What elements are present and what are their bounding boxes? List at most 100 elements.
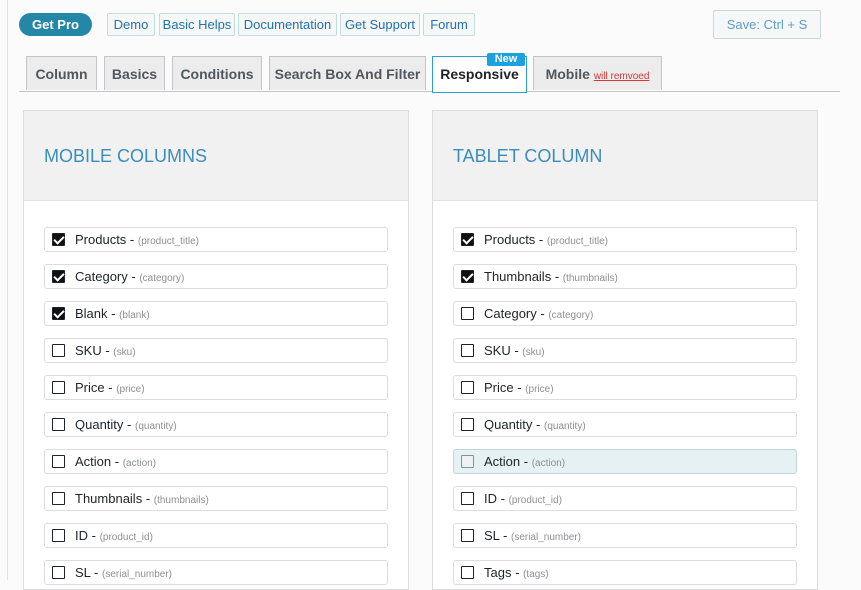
column-checkbox[interactable] xyxy=(52,233,65,246)
column-label: Thumbnails - (thumbnails) xyxy=(484,269,618,284)
tab-basics[interactable]: Basics xyxy=(104,56,165,90)
new-badge: New xyxy=(487,53,525,66)
column-key: (serial_number) xyxy=(101,569,173,580)
column-checkbox[interactable] xyxy=(52,418,65,431)
tablet-panel-header: TABLET COLUMN xyxy=(433,111,817,201)
tablet-column-item[interactable]: SKU - (sku) xyxy=(453,338,797,363)
mobile-column-item[interactable]: ID - (product_id) xyxy=(44,523,388,548)
column-name: SKU xyxy=(75,343,102,358)
column-label: Action - (action) xyxy=(484,454,566,469)
column-key: (product_id) xyxy=(508,495,562,506)
column-name: Products xyxy=(75,232,127,247)
mobile-column-item[interactable]: Thumbnails - (thumbnails) xyxy=(44,486,388,511)
column-key: (price) xyxy=(525,384,554,395)
mobile-column-item[interactable]: Action - (action) xyxy=(44,449,388,474)
tablet-column-item[interactable]: ID - (product_id) xyxy=(453,486,797,511)
column-checkbox[interactable] xyxy=(52,455,65,468)
tab-conditions[interactable]: Conditions xyxy=(172,56,262,90)
mobile-column-item[interactable]: Products - (product_title) xyxy=(44,227,388,252)
tablet-column-item[interactable]: Thumbnails - (thumbnails) xyxy=(453,264,797,289)
tablet-panel-title: TABLET COLUMN xyxy=(453,146,603,166)
tablet-column-item[interactable]: Quantity - (quantity) xyxy=(453,412,797,437)
mobile-removal-note: will remvoed xyxy=(593,71,650,82)
column-key: (thumbnails) xyxy=(153,495,209,506)
documentation-link[interactable]: Documentation xyxy=(238,13,337,36)
column-checkbox[interactable] xyxy=(461,418,474,431)
column-key: (product_title) xyxy=(546,236,609,247)
column-checkbox[interactable] xyxy=(461,529,474,542)
column-label: SL - (serial_number) xyxy=(484,528,582,543)
tab-mobile[interactable]: Mobile will remvoed xyxy=(533,56,662,90)
column-checkbox[interactable] xyxy=(52,566,65,579)
column-label: Products - (product_title) xyxy=(484,232,609,247)
save-button[interactable]: Save: Ctrl + S xyxy=(713,10,821,39)
tablet-column-item[interactable]: Tags - (tags) xyxy=(453,560,797,585)
column-checkbox[interactable] xyxy=(461,233,474,246)
column-label: Quantity - (quantity) xyxy=(484,417,586,432)
get-support-link[interactable]: Get Support xyxy=(340,13,420,36)
column-label: Thumbnails - (thumbnails) xyxy=(75,491,209,506)
column-key: (quantity) xyxy=(134,421,177,432)
tab-column[interactable]: Column xyxy=(26,56,97,90)
tablet-column-item[interactable]: Action - (action) xyxy=(453,449,797,474)
column-name: SL xyxy=(484,528,500,543)
tablet-column-item[interactable]: Products - (product_title) xyxy=(453,227,797,252)
column-checkbox[interactable] xyxy=(461,566,474,579)
tab-search-box-filter[interactable]: Search Box And Filter xyxy=(269,56,426,90)
demo-link[interactable]: Demo xyxy=(107,13,155,36)
column-label: SKU - (sku) xyxy=(484,343,545,358)
column-checkbox[interactable] xyxy=(52,381,65,394)
column-label: SL - (serial_number) xyxy=(75,565,173,580)
forum-link[interactable]: Forum xyxy=(423,13,475,36)
basic-helps-link[interactable]: Basic Helps xyxy=(159,13,235,36)
column-key: (serial_number) xyxy=(510,532,582,543)
column-checkbox[interactable] xyxy=(52,344,65,357)
column-name: ID xyxy=(484,491,497,506)
column-name: Tags xyxy=(484,565,512,580)
column-checkbox[interactable] xyxy=(461,492,474,505)
mobile-panel-header: MOBILE COLUMNS xyxy=(24,111,408,201)
column-checkbox[interactable] xyxy=(52,307,65,320)
column-key: (action) xyxy=(122,458,157,469)
tablet-column-item[interactable]: SL - (serial_number) xyxy=(453,523,797,548)
column-key: (action) xyxy=(531,458,566,469)
column-checkbox[interactable] xyxy=(461,455,474,468)
mobile-column-item[interactable]: Blank - (blank) xyxy=(44,301,388,326)
column-label: Category - (category) xyxy=(484,306,594,321)
column-checkbox[interactable] xyxy=(461,270,474,283)
column-label: ID - (product_id) xyxy=(484,491,562,506)
mobile-column-item[interactable]: Price - (price) xyxy=(44,375,388,400)
mobile-column-item[interactable]: SL - (serial_number) xyxy=(44,560,388,585)
column-name: Price xyxy=(75,380,105,395)
column-name: Products xyxy=(484,232,536,247)
admin-sidebar-edge xyxy=(0,0,8,580)
mobile-column-item[interactable]: Quantity - (quantity) xyxy=(44,412,388,437)
column-name: Action xyxy=(75,454,112,469)
column-key: (quantity) xyxy=(543,421,586,432)
mobile-column-item[interactable]: SKU - (sku) xyxy=(44,338,388,363)
get-pro-button[interactable]: Get Pro xyxy=(19,13,92,36)
mobile-column-item[interactable]: Category - (category) xyxy=(44,264,388,289)
column-label: Price - (price) xyxy=(484,380,554,395)
column-name: Category xyxy=(484,306,537,321)
tablet-column-item[interactable]: Price - (price) xyxy=(453,375,797,400)
column-checkbox[interactable] xyxy=(461,344,474,357)
column-name: Thumbnails xyxy=(75,491,143,506)
column-name: Price xyxy=(484,380,514,395)
column-checkbox[interactable] xyxy=(461,381,474,394)
column-name: ID xyxy=(75,528,88,543)
column-name: Thumbnails xyxy=(484,269,552,284)
column-label: Blank - (blank) xyxy=(75,306,150,321)
tabs-divider xyxy=(19,91,840,92)
column-name: Quantity xyxy=(75,417,124,432)
tablet-column-item[interactable]: Category - (category) xyxy=(453,301,797,326)
column-name: Action xyxy=(484,454,521,469)
column-label: ID - (product_id) xyxy=(75,528,153,543)
column-checkbox[interactable] xyxy=(461,307,474,320)
column-checkbox[interactable] xyxy=(52,492,65,505)
column-key: (blank) xyxy=(119,310,150,321)
column-key: (category) xyxy=(548,310,594,321)
column-checkbox[interactable] xyxy=(52,529,65,542)
column-checkbox[interactable] xyxy=(52,270,65,283)
column-key: (thumbnails) xyxy=(562,273,618,284)
